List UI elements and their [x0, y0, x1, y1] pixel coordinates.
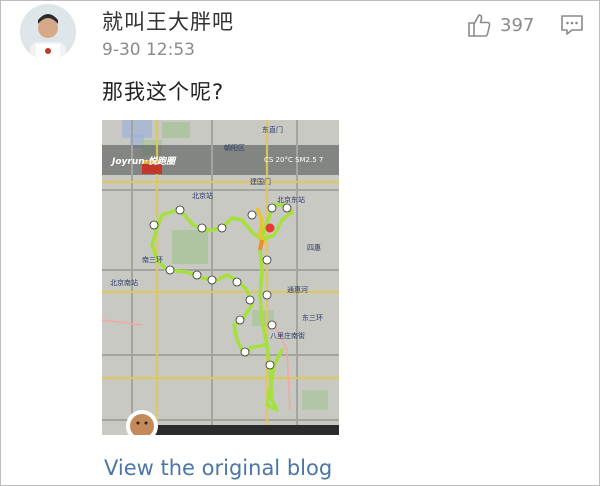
svg-text:八里庄南街: 八里庄南街 [270, 331, 305, 340]
svg-text:北京站: 北京站 [192, 191, 213, 200]
user-avatar[interactable] [20, 4, 76, 60]
svg-text:北京南站: 北京南站 [110, 278, 138, 287]
svg-text:四惠: 四惠 [307, 243, 321, 252]
username[interactable]: 就叫王大胖吧 [102, 6, 234, 36]
svg-text:朝阳区: 朝阳区 [224, 143, 245, 152]
svg-text:东三环: 东三环 [302, 313, 323, 322]
svg-text:南三环: 南三环 [142, 255, 163, 264]
view-original-blog-link[interactable]: View the original blog [104, 456, 332, 480]
svg-text:建国门: 建国门 [250, 177, 271, 186]
map-brand-watermark: Joyrun·悦跑圈 [112, 157, 176, 167]
like-button[interactable]: 397 [466, 12, 534, 38]
avatar-image [20, 4, 76, 60]
comment-icon [561, 15, 583, 35]
svg-text:东直门: 东直门 [262, 125, 283, 134]
svg-text:通惠河: 通惠河 [287, 285, 308, 294]
thumbs-up-icon [468, 14, 491, 37]
map-stats: CS 20°C SM2.5 7 [264, 156, 324, 164]
reply-button[interactable] [560, 14, 584, 40]
comment-text: 那我这个呢? [102, 80, 225, 104]
post-timestamp: 9-30 12:53 [102, 40, 195, 60]
like-count: 397 [500, 14, 535, 36]
running-route-map[interactable]: 北京站 北京东站 朝阳区 东直门 建国门 南三环 北京南站 四惠 八里庄南街 通… [102, 120, 339, 435]
svg-text:北京东站: 北京东站 [277, 195, 305, 204]
map-image: 北京站 北京东站 朝阳区 东直门 建国门 南三环 北京南站 四惠 八里庄南街 通… [102, 120, 339, 435]
